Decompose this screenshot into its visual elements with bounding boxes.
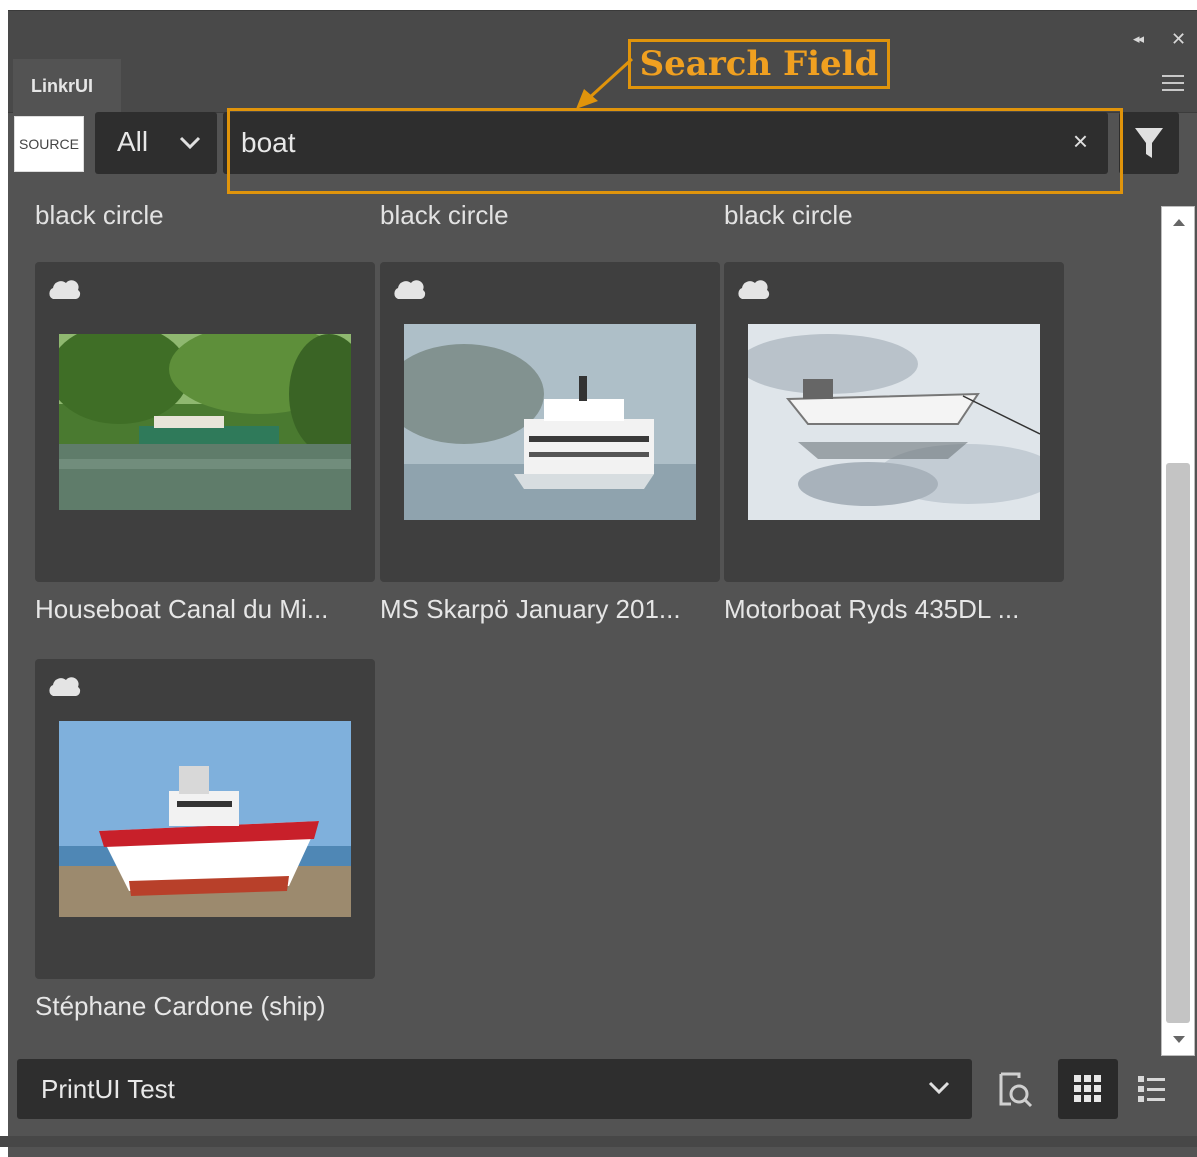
result-card-motorboat[interactable] xyxy=(724,262,1064,582)
collection-dropdown-value: PrintUI Test xyxy=(41,1074,175,1104)
scope-dropdown[interactable]: All xyxy=(95,112,217,174)
tab-linkrui[interactable]: LinkrUI xyxy=(13,59,121,113)
grid-view-button[interactable] xyxy=(1058,1059,1118,1119)
result-label: black circle xyxy=(724,200,853,230)
result-card-stephane-cardone[interactable] xyxy=(35,659,375,979)
result-card-houseboat[interactable] xyxy=(35,262,375,582)
search-input[interactable] xyxy=(241,124,1041,162)
filter-icon xyxy=(1135,128,1163,158)
cloud-icon xyxy=(738,280,770,299)
scroll-down-arrow-icon[interactable] xyxy=(1173,1036,1185,1043)
panel-resize-grip[interactable] xyxy=(0,1136,1197,1147)
document-search-icon xyxy=(999,1072,1033,1108)
chevron-down-icon xyxy=(179,136,201,150)
ship-thumbnail xyxy=(59,721,351,917)
clear-search-icon[interactable]: × xyxy=(1073,126,1088,157)
search-box: × xyxy=(223,112,1108,174)
close-panel-icon[interactable]: ✕ xyxy=(1171,29,1186,50)
results-scrollbar[interactable] xyxy=(1161,206,1195,1056)
houseboat-thumbnail xyxy=(59,334,351,510)
scroll-up-arrow-icon[interactable] xyxy=(1173,219,1185,226)
ferry-thumbnail xyxy=(404,324,696,520)
motorboat-thumbnail xyxy=(748,324,1040,520)
panel-titlebar: ◂◂ ✕ xyxy=(8,11,1197,53)
results-grid: black circle black circle black circle H… xyxy=(8,196,1158,1056)
grid-view-icon xyxy=(1074,1075,1101,1102)
collapse-panel-icon[interactable]: ◂◂ xyxy=(1133,31,1144,47)
collection-dropdown[interactable]: PrintUI Test xyxy=(17,1059,972,1119)
source-button[interactable]: SOURCE xyxy=(14,116,84,172)
scrollbar-thumb[interactable] xyxy=(1166,463,1190,1023)
cloud-icon xyxy=(49,280,81,299)
preview-button[interactable] xyxy=(991,1064,1037,1114)
panel-menu-icon[interactable] xyxy=(1162,75,1184,91)
result-caption: Houseboat Canal du Mi... xyxy=(35,594,329,624)
list-view-icon xyxy=(1138,1076,1165,1102)
result-caption: Stéphane Cardone (ship) xyxy=(35,991,326,1021)
chevron-down-icon xyxy=(928,1081,950,1095)
result-card-ms-skarpo[interactable] xyxy=(380,262,720,582)
filter-button[interactable] xyxy=(1119,112,1179,174)
result-label: black circle xyxy=(35,200,164,230)
search-field-annotation-label: Search Field xyxy=(628,39,890,89)
cloud-icon xyxy=(49,677,81,696)
panel-tab-row: LinkrUI xyxy=(8,53,1197,113)
cloud-icon xyxy=(394,280,426,299)
list-view-button[interactable] xyxy=(1128,1064,1174,1114)
result-caption: Motorboat Ryds 435DL ... xyxy=(724,594,1020,624)
result-label: black circle xyxy=(380,200,509,230)
result-caption: MS Skarpö January 201... xyxy=(380,594,681,624)
scope-dropdown-value: All xyxy=(117,126,149,157)
